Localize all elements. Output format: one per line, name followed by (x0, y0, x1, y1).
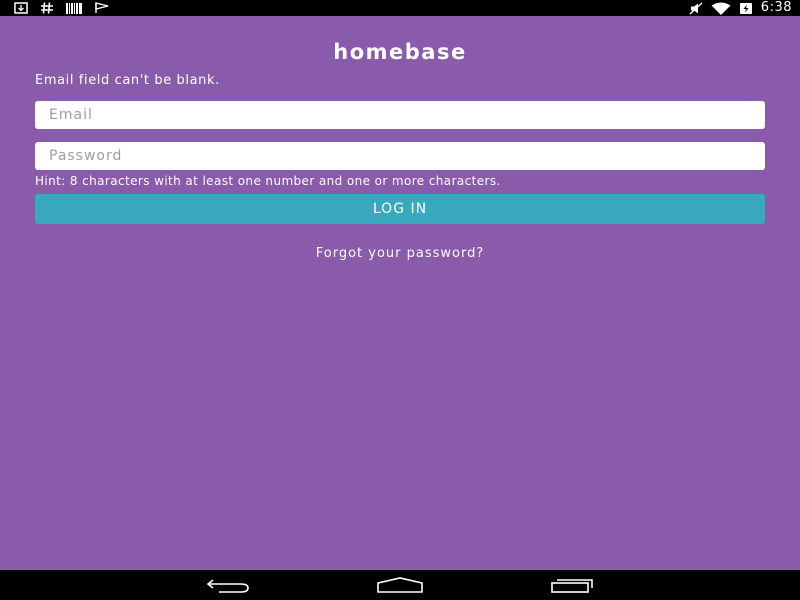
wifi-icon (711, 2, 731, 15)
recents-button[interactable] (542, 574, 602, 596)
email-error-message: Email field can't be blank. (35, 73, 220, 88)
app-title: homebase (333, 40, 467, 64)
back-button[interactable] (198, 574, 258, 596)
home-icon (377, 577, 423, 593)
hash-icon (41, 2, 53, 14)
email-field[interactable] (35, 101, 765, 129)
login-button[interactable]: LOG IN (35, 194, 765, 224)
mute-icon (689, 1, 703, 15)
status-right-icons: 6:38 (689, 0, 792, 16)
barcode-icon (66, 2, 82, 14)
password-field[interactable] (35, 142, 765, 170)
login-screen: homebase Email field can't be blank. Hin… (0, 16, 800, 570)
status-bar: 6:38 (0, 0, 800, 16)
home-button[interactable] (370, 574, 430, 596)
download-icon (14, 2, 28, 14)
password-hint: Hint: 8 characters with at least one num… (35, 174, 501, 188)
back-icon (206, 579, 249, 593)
flag-icon (95, 2, 109, 13)
battery-charging-icon (739, 2, 752, 14)
navigation-bar (0, 570, 800, 600)
status-left-icons (14, 0, 110, 16)
recents-icon (551, 579, 593, 593)
forgot-password-link[interactable]: Forgot your password? (0, 246, 800, 261)
status-time: 6:38 (760, 0, 792, 15)
